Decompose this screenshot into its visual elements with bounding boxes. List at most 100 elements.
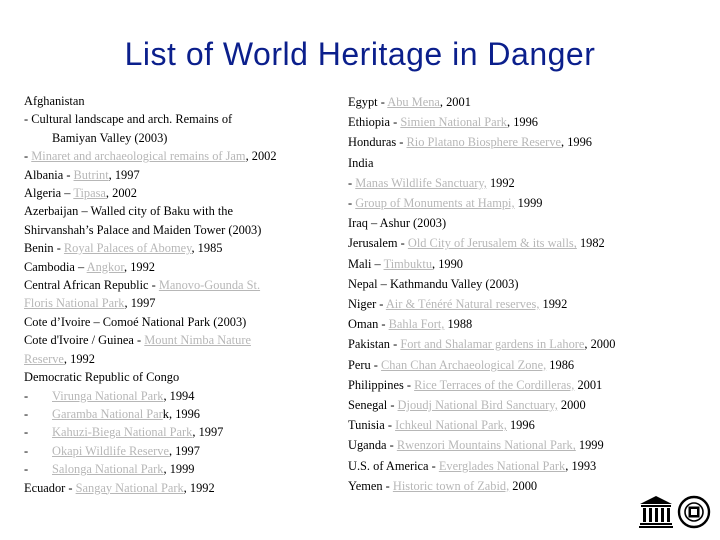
logo-svg [639,495,711,529]
list-item-azerbaijan-line2: Shirvanshah’s Palace and Maiden Tower (2… [24,222,262,237]
list-item-senegal: Senegal - Djoudj National Bird Sanctuary… [348,395,700,415]
list-item-year: , 2000 [584,337,616,352]
list-item-india-manas: - Manas Wildlife Sanctuary, 1992 [348,173,700,193]
list-item-year: 1986 [546,357,575,372]
link-rio-platano[interactable]: Rio Platano Biosphere Reserve [407,135,562,149]
list-item-albania: Albania - Butrint, 1997 [24,166,334,184]
list-item-year: 1988 [444,317,473,332]
list-item-year: 1999 [514,196,543,211]
list-item-prefix: Uganda - [348,438,397,453]
list-item-year: 1999 [575,438,604,453]
list-item-year: , 1992 [63,351,95,366]
list-item-peru: Peru - Chan Chan Archaeological Zone, 19… [348,355,700,375]
link-nimba-reserve[interactable]: Reserve [24,352,64,366]
list-item-year: k, 1996 [162,406,200,421]
link-virunga[interactable]: Virunga National Park [52,389,163,403]
list-item-congo-kahuzi: - Kahuzi-Biega National Park, 1997 [24,423,334,441]
list-item-congo: Democratic Republic of Congo [24,370,180,385]
list-item-nimba-line1: Cote d'Ivoire / Guinea - Mount Nimba Nat… [24,331,334,349]
list-item-prefix: Ethiopia - [348,115,401,130]
list-item-prefix: Senegal - [348,398,398,413]
list-item-india-hampi: - Group of Monuments at Hampi, 1999 [348,193,700,213]
list-item-niger: Niger - Air & Ténéré Natural reserves, 1… [348,294,700,314]
list-item-year: 1982 [576,236,605,251]
list-item-prefix: Niger - [348,297,386,312]
logo-group [636,494,712,530]
list-item-prefix: Algeria – [24,186,74,201]
link-manovo-gounda[interactable]: Manovo-Gounda St. [159,278,260,292]
list-item-year: 1996 [506,418,535,433]
link-ichkeul[interactable]: Ichkeul National Park, [395,418,507,432]
list-item-year: , 1997 [108,167,140,182]
link-okapi[interactable]: Okapi Wildlife Reserve [52,444,169,458]
link-rice-terraces[interactable]: Rice Terraces of the Cordilleras, [414,378,574,392]
link-hampi[interactable]: Group of Monuments at Hampi, [355,196,514,210]
list-item-jam: - Minaret and archaeological remains of … [24,147,334,165]
list-item-year: , 1990 [432,256,463,271]
link-rwenzori[interactable]: Rwenzori Mountains National Park, [397,438,576,452]
list-item-nepal: Nepal – Kathmandu Valley (2003) [348,276,519,291]
list-item-year: , 1996 [561,135,592,150]
list-item-congo-salonga: - Salonga National Park, 1999 [24,460,334,478]
link-timbuktu[interactable]: Timbuktu [384,257,432,271]
list-item-prefix: Honduras - [348,135,407,150]
link-butrint[interactable]: Butrint [74,168,109,182]
list-item-year: , 1985 [191,241,223,256]
list-item-prefix: Yemen - [348,478,393,493]
link-everglades[interactable]: Everglades National Park [439,459,565,473]
list-item-cambodia: Cambodia – Angkor, 1992 [24,258,334,276]
list-item-prefix: Peru - [348,357,382,372]
list-dash: - [24,388,29,403]
list-item-benin: Benin - Royal Palaces of Abomey, 1985 [24,239,334,257]
link-jerusalem[interactable]: Old City of Jerusalem & its walls, [408,236,577,250]
link-djoudj[interactable]: Djoudj National Bird Sanctuary, [398,398,558,412]
list-item-year: , 1993 [565,458,597,473]
list-item-year: , 1996 [507,115,538,130]
list-dash: - [24,425,29,440]
link-garamba[interactable]: Garamba National Par [52,407,163,421]
list-item-year: , 2002 [105,186,137,201]
list-item-congo-virunga: - Virunga National Park, 1994 [24,387,334,405]
link-jam[interactable]: Minaret and archaeological remains of Ja… [31,149,245,163]
list-item-year: , 1992 [124,259,155,274]
list-item-prefix: Ecuador - [24,480,76,495]
list-item-honduras: Honduras - Rio Platano Biosphere Reserve… [348,132,700,152]
link-sangay[interactable]: Sangay National Park [76,481,184,495]
list-item-ethiopia: Ethiopia - Simien National Park, 1996 [348,112,700,132]
list-item-car-line2: Floris National Park, 1997 [24,294,334,312]
link-abomey[interactable]: Royal Palaces of Abomey [64,241,192,255]
link-air-tenere[interactable]: Air & Ténéré Natural reserves, [386,297,540,311]
link-chan-chan[interactable]: Chan Chan Archaeological Zone, [381,358,546,372]
link-kahuzi-biega[interactable]: Kahuzi-Biega National Park [52,425,192,439]
list-item-prefix: Albania - [24,167,74,182]
link-salonga[interactable]: Salonga National Park [52,462,164,476]
list-item-cote-divoire: Cote d’Ivoire – Comoé National Park (200… [24,314,247,329]
list-item-congo-garamba: - Garamba National Park, 1996 [24,405,334,423]
list-item-year: , 2002 [245,149,277,164]
link-abu-mena[interactable]: Abu Mena [387,95,440,109]
link-bahla-fort[interactable]: Bahla Fort, [389,317,445,331]
list-item-oman: Oman - Bahla Fort, 1988 [348,314,700,334]
list-item-india: India [348,155,374,170]
link-mount-nimba[interactable]: Mount Nimba Nature [144,333,251,347]
list-item-year: 2000 [557,398,586,413]
list-item-year: 1992 [539,297,568,312]
list-item-prefix: Jerusalem - [348,236,408,251]
list-item-jerusalem: Jerusalem - Old City of Jerusalem & its … [348,233,700,253]
link-lahore[interactable]: Fort and Shalamar gardens in Lahore [400,337,584,351]
list-item-prefix: Philippines - [348,377,415,392]
right-column: Egypt - Abu Mena, 2001 Ethiopia - Simien… [348,92,700,496]
link-manas[interactable]: Manas Wildlife Sanctuary, [355,176,487,190]
list-item-prefix: Egypt - [348,95,388,109]
link-zabid[interactable]: Historic town of Zabid, [393,479,509,493]
list-item-prefix: Tunisia - [348,418,396,433]
list-item-prefix: Mali – [348,256,384,271]
link-tipasa[interactable]: Tipasa [73,186,106,200]
link-angkor[interactable]: Angkor [87,260,124,274]
link-floris-park[interactable]: Floris National Park [24,296,125,310]
list-item-congo-okapi: - Okapi Wildlife Reserve, 1997 [24,442,334,460]
link-simien[interactable]: Simien National Park [400,115,507,129]
list-item-prefix: Cote d'Ivoire / Guinea - [24,333,145,348]
list-item-algeria: Algeria – Tipasa, 2002 [24,184,334,202]
list-dash: - [24,443,29,458]
